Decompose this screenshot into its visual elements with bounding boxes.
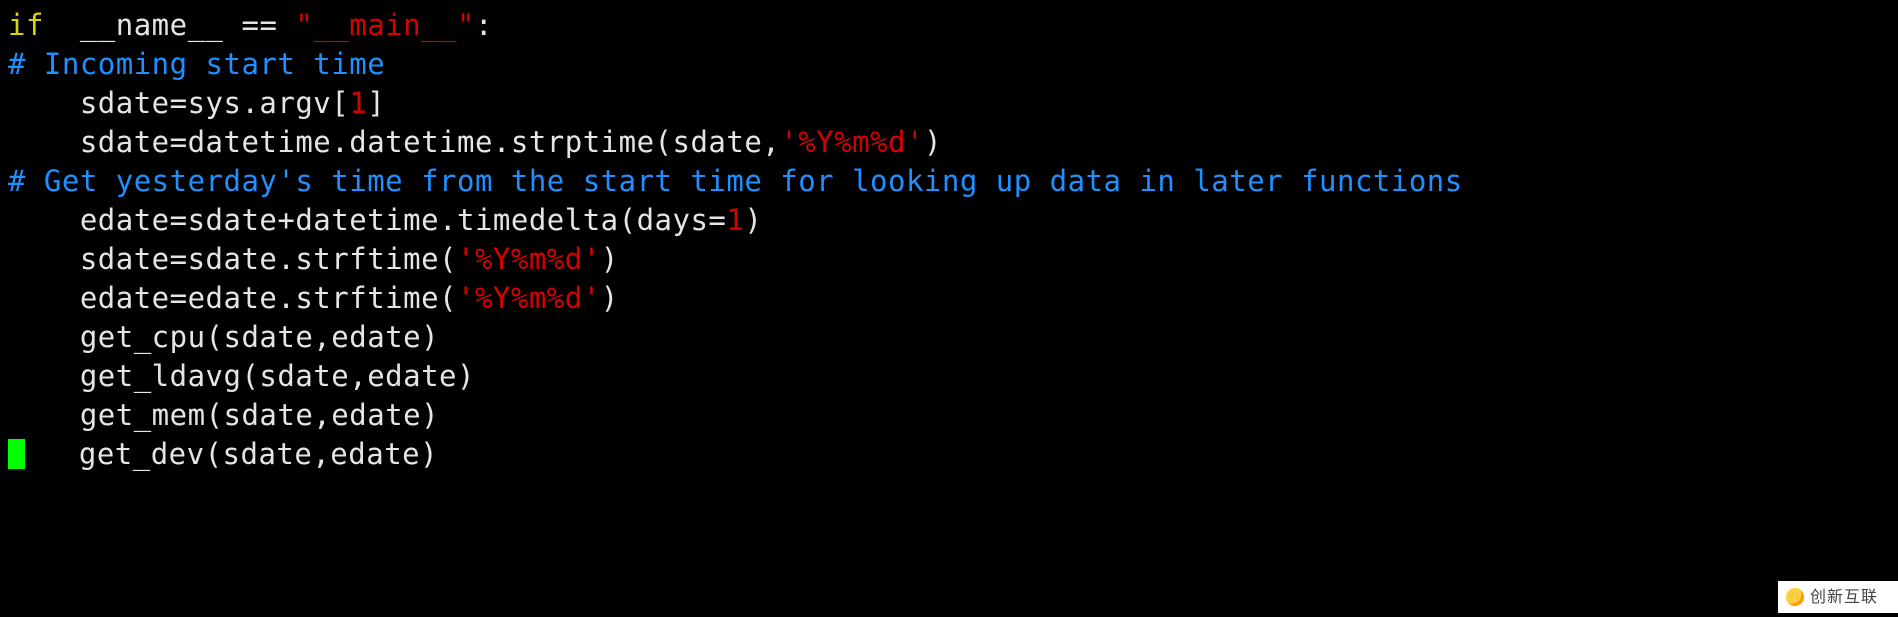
code-line-11: get_mem(sdate,edate) bbox=[8, 396, 1898, 435]
code-text: ) bbox=[601, 242, 619, 276]
comment-incoming: # Incoming start time bbox=[8, 47, 385, 81]
code-text: get_dev(sdate,edate) bbox=[25, 437, 438, 471]
code-line-12: get_dev(sdate,edate) bbox=[8, 435, 1898, 474]
code-editor[interactable]: if __name__ == "__main__": # Incoming st… bbox=[0, 0, 1898, 474]
code-text: ) bbox=[601, 281, 619, 315]
code-text: ] bbox=[367, 86, 385, 120]
cursor-block bbox=[8, 439, 25, 469]
code-text: sdate=sys.argv[ bbox=[8, 86, 349, 120]
operator-eq: == bbox=[241, 8, 295, 42]
code-line-4: sdate=datetime.datetime.strptime(sdate,'… bbox=[8, 123, 1898, 162]
code-text: ) bbox=[744, 203, 762, 237]
code-line-2: # Incoming start time bbox=[8, 45, 1898, 84]
comment-yesterday: # Get yesterday's time from the start ti… bbox=[8, 164, 1463, 198]
keyword-if: if bbox=[8, 8, 44, 42]
code-line-7: sdate=sdate.strftime('%Y%m%d') bbox=[8, 240, 1898, 279]
code-text: edate=sdate+datetime.timedelta(days= bbox=[8, 203, 726, 237]
code-line-5: # Get yesterday's time from the start ti… bbox=[8, 162, 1898, 201]
code-text: sdate=sdate.strftime( bbox=[8, 242, 457, 276]
string-fmt: '%Y%m%d' bbox=[457, 242, 601, 276]
code-text: ) bbox=[924, 125, 942, 159]
number-1: 1 bbox=[726, 203, 744, 237]
code-line-10: get_ldavg(sdate,edate) bbox=[8, 357, 1898, 396]
code-text: edate=edate.strftime( bbox=[8, 281, 457, 315]
code-line-3: sdate=sys.argv[1] bbox=[8, 84, 1898, 123]
string-fmt: '%Y%m%d' bbox=[457, 281, 601, 315]
code-text: get_ldavg(sdate,edate) bbox=[8, 359, 475, 393]
code-line-1: if __name__ == "__main__": bbox=[8, 6, 1898, 45]
code-text: sdate=datetime.datetime.strptime(sdate, bbox=[8, 125, 780, 159]
code-line-6: edate=sdate+datetime.timedelta(days=1) bbox=[8, 201, 1898, 240]
token-name: __name__ bbox=[44, 8, 242, 42]
watermark-text: 创新互联 bbox=[1810, 578, 1878, 617]
watermark-logo-icon bbox=[1786, 588, 1804, 606]
colon: : bbox=[475, 8, 493, 42]
string-fmt: '%Y%m%d' bbox=[780, 125, 924, 159]
code-text: get_cpu(sdate,edate) bbox=[8, 320, 439, 354]
number-1: 1 bbox=[349, 86, 367, 120]
code-line-9: get_cpu(sdate,edate) bbox=[8, 318, 1898, 357]
code-line-8: edate=edate.strftime('%Y%m%d') bbox=[8, 279, 1898, 318]
watermark-badge: 创新互联 bbox=[1778, 581, 1898, 613]
string-main: "__main__" bbox=[295, 8, 475, 42]
code-text: get_mem(sdate,edate) bbox=[8, 398, 439, 432]
